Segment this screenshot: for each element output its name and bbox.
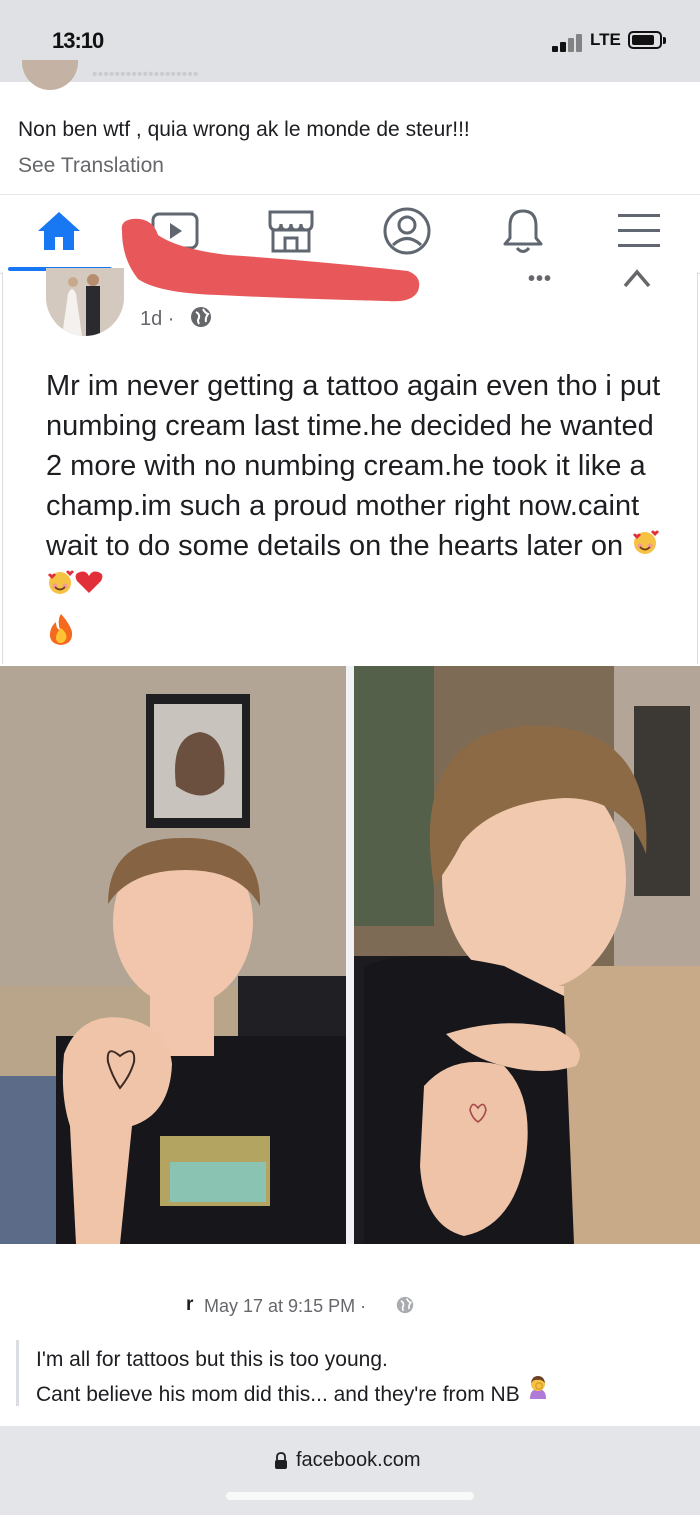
- person-facepalming-icon: [526, 1376, 550, 1406]
- commenter-name[interactable]: r: [186, 1294, 193, 1316]
- comment-line-with-emoji: Cant believe his mom did this... and the…: [36, 1375, 550, 1410]
- quote-bar: [16, 1340, 19, 1406]
- network-label: LTE: [590, 30, 621, 49]
- home-indicator[interactable]: [226, 1492, 474, 1500]
- redaction-mark: [118, 215, 424, 307]
- battery-icon: [628, 31, 666, 49]
- smiling-face-with-hearts-icon: [631, 530, 660, 562]
- comment-line: Cant believe his mom did this... and the…: [36, 1383, 520, 1406]
- post-body: Mr im never getting a tattoo again even …: [46, 366, 666, 606]
- comment-timestamp[interactable]: May 17 at 9:15 PM ·: [204, 1296, 366, 1317]
- comment-body: I'm all for tattoos but this is too youn…: [36, 1344, 550, 1410]
- post-photo[interactable]: [354, 666, 700, 1244]
- comment-line: I'm all for tattoos but this is too youn…: [36, 1348, 388, 1371]
- signal-icon: [552, 32, 588, 52]
- notifications-icon[interactable]: [478, 201, 568, 261]
- post-text: Mr im never getting a tattoo again even …: [46, 370, 661, 562]
- see-translation-link[interactable]: See Translation: [18, 154, 164, 178]
- comment-text: Non ben wtf , quia wrong ak le monde de …: [18, 118, 470, 141]
- fire-icon: [46, 612, 76, 646]
- menu-icon[interactable]: [594, 201, 684, 261]
- more-options-icon[interactable]: •••: [528, 268, 552, 291]
- faded-meta: •••••••••••••••••••: [92, 66, 199, 83]
- home-icon[interactable]: [14, 201, 104, 261]
- post-timestamp[interactable]: 1d ·: [140, 308, 174, 331]
- close-icon[interactable]: [622, 266, 652, 288]
- heart-icon: [74, 570, 104, 602]
- photo-divider: [346, 666, 354, 1244]
- globe-icon: [190, 306, 212, 328]
- smiling-face-with-hearts-icon: [46, 570, 74, 602]
- globe-icon: [396, 1296, 414, 1314]
- lock-icon: [274, 1452, 288, 1470]
- post-photo[interactable]: [0, 666, 346, 1244]
- url-domain[interactable]: facebook.com: [296, 1449, 421, 1472]
- status-time: 13:10: [52, 28, 104, 53]
